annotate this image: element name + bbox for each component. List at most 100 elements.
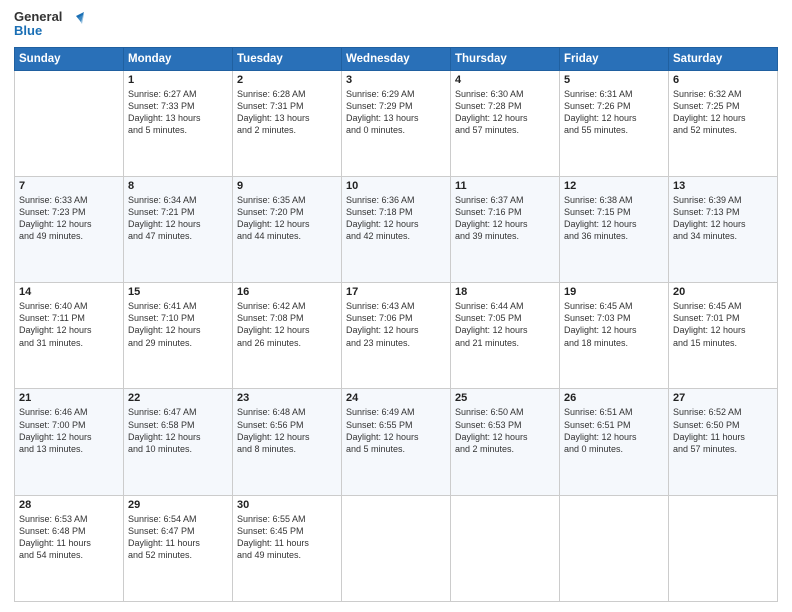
cell-info: Sunrise: 6:43 AM Sunset: 7:06 PM Dayligh… — [346, 300, 446, 349]
cell-info: Sunrise: 6:52 AM Sunset: 6:50 PM Dayligh… — [673, 406, 773, 455]
cell-info: Sunrise: 6:31 AM Sunset: 7:26 PM Dayligh… — [564, 88, 664, 137]
day-number: 8 — [128, 180, 228, 192]
day-number: 16 — [237, 286, 337, 298]
day-number: 6 — [673, 74, 773, 86]
cell-info: Sunrise: 6:47 AM Sunset: 6:58 PM Dayligh… — [128, 406, 228, 455]
day-number: 24 — [346, 392, 446, 404]
day-number: 19 — [564, 286, 664, 298]
calendar-week-row: 21Sunrise: 6:46 AM Sunset: 7:00 PM Dayli… — [15, 389, 778, 495]
cell-info: Sunrise: 6:55 AM Sunset: 6:45 PM Dayligh… — [237, 513, 337, 562]
calendar-cell: 21Sunrise: 6:46 AM Sunset: 7:00 PM Dayli… — [15, 389, 124, 495]
day-of-week-header: Sunday — [15, 47, 124, 70]
day-number: 2 — [237, 74, 337, 86]
calendar-table: SundayMondayTuesdayWednesdayThursdayFrid… — [14, 47, 778, 602]
calendar-cell: 4Sunrise: 6:30 AM Sunset: 7:28 PM Daylig… — [451, 70, 560, 176]
calendar-cell: 17 Sunrise: 6:43 AM Sunset: 7:06 PM Dayli… — [342, 283, 451, 389]
day-number: 21 — [19, 392, 119, 404]
calendar-cell: 5 Sunrise: 6:31 AM Sunset: 7:26 PM Daylig… — [560, 70, 669, 176]
day-number: 28 — [19, 499, 119, 511]
day-number: 11 — [455, 180, 555, 192]
day-of-week-header: Wednesday — [342, 47, 451, 70]
day-number: 15 — [128, 286, 228, 298]
calendar-cell — [342, 495, 451, 601]
cell-info: Sunrise: 6:34 AM Sunset: 7:21 PM Dayligh… — [128, 194, 228, 243]
calendar-cell: 9Sunrise: 6:35 AM Sunset: 7:20 PM Daylig… — [233, 176, 342, 282]
calendar-week-row: 7 Sunrise: 6:33 AM Sunset: 7:23 PM Daylig… — [15, 176, 778, 282]
calendar-cell: 16 Sunrise: 6:42 AM Sunset: 7:08 PM Dayli… — [233, 283, 342, 389]
calendar-cell: 28Sunrise: 6:53 AM Sunset: 6:48 PM Dayli… — [15, 495, 124, 601]
logo-text: GeneralBlue — [14, 10, 62, 39]
calendar-cell: 15 Sunrise: 6:41 AM Sunset: 7:10 PM Dayli… — [124, 283, 233, 389]
day-of-week-header: Saturday — [669, 47, 778, 70]
calendar-cell: 7 Sunrise: 6:33 AM Sunset: 7:23 PM Daylig… — [15, 176, 124, 282]
cell-info: Sunrise: 6:38 AM Sunset: 7:15 PM Dayligh… — [564, 194, 664, 243]
day-number: 30 — [237, 499, 337, 511]
cell-info: Sunrise: 6:40 AM Sunset: 7:11 PM Dayligh… — [19, 300, 119, 349]
page: GeneralBlue SundayMondayTuesdayWednesday… — [0, 0, 792, 612]
calendar-cell: 26 Sunrise: 6:51 AM Sunset: 6:51 PM Dayli… — [560, 389, 669, 495]
cell-info: Sunrise: 6:27 AM Sunset: 7:33 PM Dayligh… — [128, 88, 228, 137]
calendar-cell: 27 Sunrise: 6:52 AM Sunset: 6:50 PM Dayli… — [669, 389, 778, 495]
cell-info: Sunrise: 6:45 AM Sunset: 7:01 PM Dayligh… — [673, 300, 773, 349]
cell-info: Sunrise: 6:51 AM Sunset: 6:51 PM Dayligh… — [564, 406, 664, 455]
day-number: 14 — [19, 286, 119, 298]
day-number: 20 — [673, 286, 773, 298]
day-number: 9 — [237, 180, 337, 192]
calendar-cell: 20 Sunrise: 6:45 AM Sunset: 7:01 PM Dayli… — [669, 283, 778, 389]
calendar-header-row: SundayMondayTuesdayWednesdayThursdayFrid… — [15, 47, 778, 70]
calendar-cell: 6 Sunrise: 6:32 AM Sunset: 7:25 PM Daylig… — [669, 70, 778, 176]
cell-info: Sunrise: 6:49 AM Sunset: 6:55 PM Dayligh… — [346, 406, 446, 455]
day-number: 1 — [128, 74, 228, 86]
calendar-cell: 24 Sunrise: 6:49 AM Sunset: 6:55 PM Dayli… — [342, 389, 451, 495]
cell-info: Sunrise: 6:48 AM Sunset: 6:56 PM Dayligh… — [237, 406, 337, 455]
calendar-week-row: 1 Sunrise: 6:27 AM Sunset: 7:33 PM Daylig… — [15, 70, 778, 176]
calendar-cell: 18Sunrise: 6:44 AM Sunset: 7:05 PM Dayli… — [451, 283, 560, 389]
calendar-cell: 8 Sunrise: 6:34 AM Sunset: 7:21 PM Daylig… — [124, 176, 233, 282]
day-number: 5 — [564, 74, 664, 86]
day-number: 13 — [673, 180, 773, 192]
calendar-cell: 2 Sunrise: 6:28 AM Sunset: 7:31 PM Daylig… — [233, 70, 342, 176]
cell-info: Sunrise: 6:45 AM Sunset: 7:03 PM Dayligh… — [564, 300, 664, 349]
cell-info: Sunrise: 6:54 AM Sunset: 6:47 PM Dayligh… — [128, 513, 228, 562]
calendar-week-row: 14 Sunrise: 6:40 AM Sunset: 7:11 PM Dayli… — [15, 283, 778, 389]
cell-info: Sunrise: 6:28 AM Sunset: 7:31 PM Dayligh… — [237, 88, 337, 137]
calendar-cell: 11 Sunrise: 6:37 AM Sunset: 7:16 PM Dayli… — [451, 176, 560, 282]
day-number: 26 — [564, 392, 664, 404]
calendar-cell — [15, 70, 124, 176]
day-number: 29 — [128, 499, 228, 511]
day-number: 27 — [673, 392, 773, 404]
calendar-cell: 1 Sunrise: 6:27 AM Sunset: 7:33 PM Daylig… — [124, 70, 233, 176]
day-number: 12 — [564, 180, 664, 192]
day-number: 18 — [455, 286, 555, 298]
day-number: 17 — [346, 286, 446, 298]
cell-info: Sunrise: 6:37 AM Sunset: 7:16 PM Dayligh… — [455, 194, 555, 243]
calendar-cell: 13Sunrise: 6:39 AM Sunset: 7:13 PM Dayli… — [669, 176, 778, 282]
cell-info: Sunrise: 6:41 AM Sunset: 7:10 PM Dayligh… — [128, 300, 228, 349]
cell-info: Sunrise: 6:32 AM Sunset: 7:25 PM Dayligh… — [673, 88, 773, 137]
cell-info: Sunrise: 6:33 AM Sunset: 7:23 PM Dayligh… — [19, 194, 119, 243]
day-number: 23 — [237, 392, 337, 404]
calendar-cell: 25 Sunrise: 6:50 AM Sunset: 6:53 PM Dayli… — [451, 389, 560, 495]
day-of-week-header: Friday — [560, 47, 669, 70]
day-of-week-header: Thursday — [451, 47, 560, 70]
calendar-week-row: 28Sunrise: 6:53 AM Sunset: 6:48 PM Dayli… — [15, 495, 778, 601]
calendar-cell: 22 Sunrise: 6:47 AM Sunset: 6:58 PM Dayli… — [124, 389, 233, 495]
calendar-cell — [669, 495, 778, 601]
cell-info: Sunrise: 6:42 AM Sunset: 7:08 PM Dayligh… — [237, 300, 337, 349]
day-number: 7 — [19, 180, 119, 192]
header: GeneralBlue — [14, 10, 778, 39]
cell-info: Sunrise: 6:50 AM Sunset: 6:53 PM Dayligh… — [455, 406, 555, 455]
cell-info: Sunrise: 6:36 AM Sunset: 7:18 PM Dayligh… — [346, 194, 446, 243]
day-number: 22 — [128, 392, 228, 404]
day-number: 4 — [455, 74, 555, 86]
calendar-cell: 29 Sunrise: 6:54 AM Sunset: 6:47 PM Dayli… — [124, 495, 233, 601]
day-number: 25 — [455, 392, 555, 404]
day-of-week-header: Tuesday — [233, 47, 342, 70]
calendar-cell: 30 Sunrise: 6:55 AM Sunset: 6:45 PM Dayli… — [233, 495, 342, 601]
calendar-cell — [560, 495, 669, 601]
day-of-week-header: Monday — [124, 47, 233, 70]
calendar-cell: 10 Sunrise: 6:36 AM Sunset: 7:18 PM Dayli… — [342, 176, 451, 282]
logo-bird-icon — [66, 12, 84, 36]
day-number: 10 — [346, 180, 446, 192]
calendar-cell: 3Sunrise: 6:29 AM Sunset: 7:29 PM Daylig… — [342, 70, 451, 176]
